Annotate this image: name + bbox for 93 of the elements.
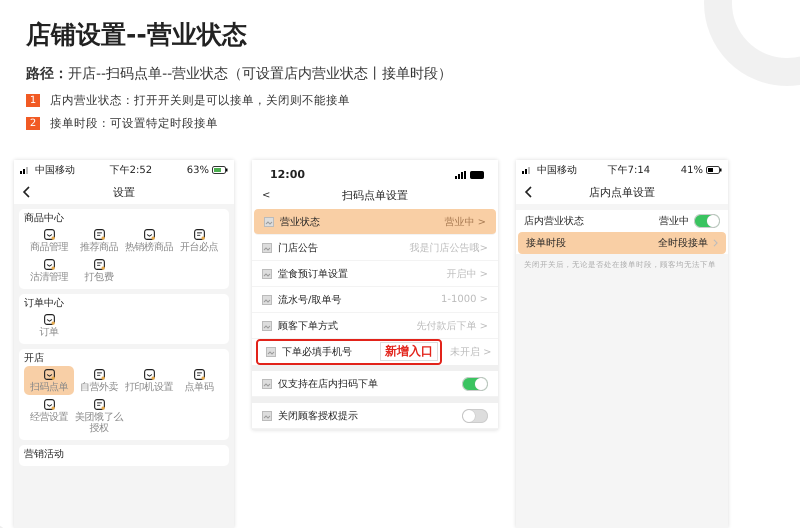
row-label: 顾客下单方式: [278, 320, 339, 332]
feature-icon: [192, 228, 206, 241]
feature-item[interactable]: 扫码点单: [24, 366, 74, 395]
carrier-text: 中国移动: [35, 164, 75, 177]
battery-icon: [706, 166, 722, 174]
settings-row[interactable]: 顾客下单方式 先付款后下单 >: [252, 313, 498, 339]
row-value: 我是门店公告哦>: [410, 242, 488, 254]
note-text: 店内营业状态：打开开关则是可以接单，关闭则不能接单: [50, 93, 350, 108]
battery-icon: [212, 166, 228, 174]
toggle-switch[interactable]: [462, 376, 488, 390]
row-label: 店内营业状态: [524, 214, 585, 228]
settings-row[interactable]: 流水号/取单号 1-1000 >: [252, 287, 498, 313]
feature-icon: [42, 368, 56, 381]
row-value: 1-1000 >: [441, 294, 488, 305]
row-value: 先付款后下单 >: [416, 320, 488, 332]
feature-icon: [42, 398, 56, 411]
feature-item[interactable]: 订单: [24, 311, 74, 340]
feature-icon: [192, 368, 206, 381]
row-value: 开启中 >: [446, 268, 488, 280]
status-time: 下午7:14: [608, 164, 650, 177]
feature-icon: [92, 228, 106, 241]
toggle-switch[interactable]: [694, 214, 720, 228]
feature-icon: [92, 398, 106, 411]
section-title: 商品中心: [24, 213, 65, 225]
row-value: 营业中 >: [444, 216, 486, 228]
row-label: 流水号/取单号: [278, 294, 342, 306]
image-placeholder-icon: [262, 320, 272, 330]
feature-icon: [92, 258, 106, 271]
row-label: 关闭顾客授权提示: [278, 410, 359, 422]
status-time: 下午2:52: [110, 164, 152, 177]
image-placeholder-icon: [262, 242, 272, 252]
screen-title: 设置: [113, 184, 135, 200]
settings-row[interactable]: 营业状态 营业中 >: [254, 209, 496, 235]
carrier-text: 中国移动: [537, 164, 577, 177]
section-title: 营销活动: [24, 449, 65, 461]
feature-item[interactable]: 美团饿了么授权: [74, 396, 124, 436]
note-text: 接单时段：可设置特定时段接单: [50, 116, 218, 131]
row-label: 仅支持在店内扫码下单: [278, 378, 379, 390]
number-badge: 1: [26, 94, 40, 107]
settings-row[interactable]: 仅支持在店内扫码下单: [252, 371, 498, 397]
back-button[interactable]: <: [262, 190, 270, 200]
feature-item[interactable]: 自营外卖: [74, 366, 124, 395]
row-value: 未开启 >: [450, 346, 492, 358]
page-title: 店铺设置--营业状态: [26, 19, 248, 51]
row-label: 堂食预订单设置: [278, 268, 349, 280]
settings-row[interactable]: 接单时段 全时段接单: [518, 232, 726, 254]
battery-icon: [470, 170, 486, 178]
feature-item[interactable]: 热销榜商品: [124, 226, 174, 255]
feature-item[interactable]: 开台必点: [174, 226, 224, 255]
image-placeholder-icon: [262, 268, 272, 278]
feature-item[interactable]: 经营设置: [24, 396, 74, 436]
settings-row[interactable]: 店内营业状态 营业中: [516, 210, 728, 232]
signal-icon: [455, 170, 467, 178]
callout-label: 新增入口: [380, 342, 438, 361]
row-label: 门店公告: [278, 242, 319, 254]
toggle-switch[interactable]: [462, 408, 488, 422]
section-title: 开店: [24, 353, 45, 365]
image-placeholder-icon: [262, 410, 272, 420]
row-label: 接单时段: [526, 236, 567, 250]
feature-item[interactable]: 打印机设置: [124, 366, 174, 395]
feature-icon: [92, 368, 106, 381]
feature-icon: [42, 228, 56, 241]
row-label: 营业状态: [280, 216, 321, 228]
settings-row[interactable]: 门店公告 我是门店公告哦>: [252, 235, 498, 261]
feature-icon: [142, 368, 156, 381]
feature-item[interactable]: 推荐商品: [74, 226, 124, 255]
number-badge: 2: [26, 117, 40, 130]
battery-text: 63%: [186, 164, 209, 176]
feature-item[interactable]: 打包费: [74, 256, 124, 285]
row-label: 下单必填手机号: [282, 346, 353, 358]
back-icon[interactable]: [524, 186, 532, 198]
feature-item[interactable]: 沽清管理: [24, 256, 74, 285]
feature-item[interactable]: 商品管理: [24, 226, 74, 255]
path-text: 路径：开店--扫码点单--营业状态（可设置店内营业状态丨接单时段）: [26, 65, 454, 83]
settings-row[interactable]: 关闭顾客授权提示: [252, 403, 498, 429]
image-placeholder-icon: [262, 294, 272, 304]
image-placeholder-icon: [262, 378, 272, 388]
chevron-icon: [713, 239, 718, 247]
screen-title: 扫码点单设置: [342, 188, 408, 202]
screen-title: 店内点单设置: [589, 184, 655, 200]
feature-icon: [42, 258, 56, 271]
row-value: 全时段接单: [658, 236, 708, 250]
back-icon[interactable]: [22, 186, 30, 198]
settings-row[interactable]: 堂食预订单设置 开启中 >: [252, 261, 498, 287]
row-value: 营业中: [659, 214, 689, 228]
battery-text: 41%: [680, 164, 703, 176]
image-placeholder-icon: [264, 216, 274, 226]
status-time: 12:00: [270, 168, 306, 181]
feature-item[interactable]: 点单码: [174, 366, 224, 395]
feature-icon: [142, 228, 156, 241]
section-title: 订单中心: [24, 298, 65, 310]
image-placeholder-icon: [266, 346, 276, 356]
feature-icon: [42, 313, 56, 326]
